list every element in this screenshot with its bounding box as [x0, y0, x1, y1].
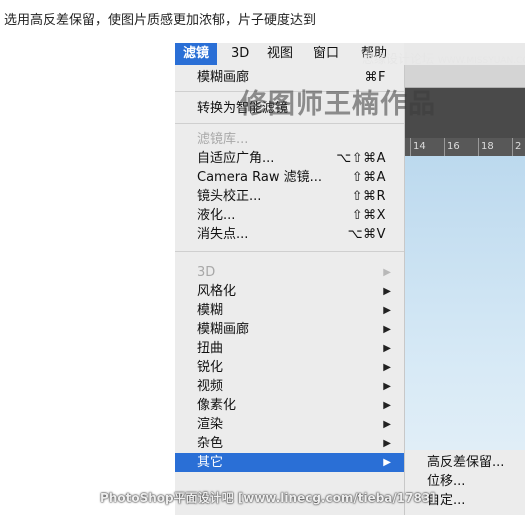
menu-separator [175, 123, 404, 124]
horizontal-ruler: 14 16 18 2 [404, 138, 525, 156]
ruler-label: 18 [481, 141, 494, 152]
submenu-other[interactable]: 其它 ▶ [175, 453, 404, 472]
menu-item-label: 视频 [197, 379, 224, 394]
submenu-video[interactable]: 视频 ▶ [175, 377, 404, 396]
site-watermark: 思缘设计论坛 WWW.MISSYUAN.COM [362, 50, 525, 67]
submenu-pixelate[interactable]: 像素化 ▶ [175, 396, 404, 415]
filter-dropdown-menu: 模糊画廊 ⌘F 转换为智能滤镜 滤镜库... 自适应广角... ⌥⇧⌘A Cam… [175, 65, 405, 515]
submenu-arrow-icon: ▶ [383, 457, 391, 468]
menu-item-label: 消失点... [197, 227, 249, 242]
ruler-tick [478, 138, 479, 156]
menu-item-label: 渲染 [197, 417, 224, 432]
submenu-sharpen[interactable]: 锐化 ▶ [175, 358, 404, 377]
menu-item-label: 滤镜库... [197, 132, 249, 147]
submenu-stylize[interactable]: 风格化 ▶ [175, 282, 404, 301]
submenu-arrow-icon: ▶ [383, 438, 391, 449]
menu-item-label: 高反差保留... [427, 455, 505, 470]
shortcut-label: ⇧⌘X [351, 208, 386, 223]
menu-item-vanishing-point[interactable]: 消失点... ⌥⌘V [175, 225, 404, 244]
shortcut-label: ⌥⌘V [347, 227, 386, 242]
submenu-arrow-icon: ▶ [383, 324, 391, 335]
submenu-noise[interactable]: 杂色 ▶ [175, 434, 404, 453]
submenu-arrow-icon: ▶ [383, 267, 391, 278]
menu-item-label: 模糊画廊 [197, 322, 250, 337]
menu-window[interactable]: 窗口 [305, 43, 347, 65]
submenu-arrow-icon: ▶ [383, 362, 391, 373]
menu-item-high-pass[interactable]: 高反差保留... [405, 453, 525, 472]
submenu-3d: 3D ▶ [175, 263, 404, 282]
submenu-arrow-icon: ▶ [383, 343, 391, 354]
ruler-label: 2 [515, 141, 522, 152]
menu-item-label: 其它 [197, 455, 224, 470]
menu-item-label: 镜头校正... [197, 189, 262, 204]
menu-filter[interactable]: 滤镜 [175, 43, 218, 65]
menu-item-lens-correction[interactable]: 镜头校正... ⇧⌘R [175, 187, 404, 206]
menu-item-liquify[interactable]: 液化... ⇧⌘X [175, 206, 404, 225]
menu-item-label: 锐化 [197, 360, 224, 375]
submenu-arrow-icon: ▶ [383, 400, 391, 411]
submenu-blur-gallery[interactable]: 模糊画廊 ▶ [175, 320, 404, 339]
shortcut-label: ⇧⌘A [351, 170, 386, 185]
ruler-label: 16 [447, 141, 460, 152]
shortcut-label: ⌥⇧⌘A [336, 151, 386, 166]
submenu-arrow-icon: ▶ [383, 419, 391, 430]
menu-item-label: 模糊 [197, 303, 224, 318]
menu-item-label: 风格化 [197, 284, 237, 299]
menu-item-label: 液化... [197, 208, 236, 223]
menu-item-label: 像素化 [197, 398, 237, 413]
menu-item-label: Camera Raw 滤镜... [197, 170, 323, 185]
submenu-distort[interactable]: 扭曲 ▶ [175, 339, 404, 358]
footer-watermark: PhotoShop平面设计吧 [www.linecg.com/tieba/178… [100, 491, 436, 505]
author-watermark: 修图师王楠作品 [240, 89, 436, 120]
menu-item-filter-gallery: 滤镜库... [175, 130, 404, 149]
watermark-text: 思缘设计论坛 [362, 52, 435, 66]
submenu-blur[interactable]: 模糊 ▶ [175, 301, 404, 320]
menu-separator [175, 251, 404, 252]
menu-item-adaptive-wide-angle[interactable]: 自适应广角... ⌥⇧⌘A [175, 149, 404, 168]
watermark-url: WWW.MISSYUAN.COM [437, 56, 525, 66]
ruler-tick [512, 138, 513, 156]
submenu-arrow-icon: ▶ [383, 305, 391, 316]
caption-text: 选用高反差保留，使图片质感更加浓郁，片子硬度达到 [4, 13, 317, 28]
submenu-arrow-icon: ▶ [383, 286, 391, 297]
ruler-tick [444, 138, 445, 156]
photoshop-screen: 14 16 18 2 滤镜 3D 视图 窗口 帮助 模糊画廊 ⌘F 转换为智能滤… [175, 43, 525, 515]
menu-item-label: 扭曲 [197, 341, 224, 356]
menu-item-camera-raw[interactable]: Camera Raw 滤镜... ⇧⌘A [175, 168, 404, 187]
ruler-tick [410, 138, 411, 156]
menu-item-label: 自适应广角... [197, 151, 275, 166]
menu-3d[interactable]: 3D [223, 43, 257, 65]
ruler-label: 14 [413, 141, 426, 152]
submenu-render[interactable]: 渲染 ▶ [175, 415, 404, 434]
shortcut-label: ⇧⌘R [351, 189, 386, 204]
menu-item-label: 3D [197, 265, 216, 280]
submenu-arrow-icon: ▶ [383, 381, 391, 392]
menu-view[interactable]: 视图 [259, 43, 301, 65]
menu-item-label: 杂色 [197, 436, 224, 451]
